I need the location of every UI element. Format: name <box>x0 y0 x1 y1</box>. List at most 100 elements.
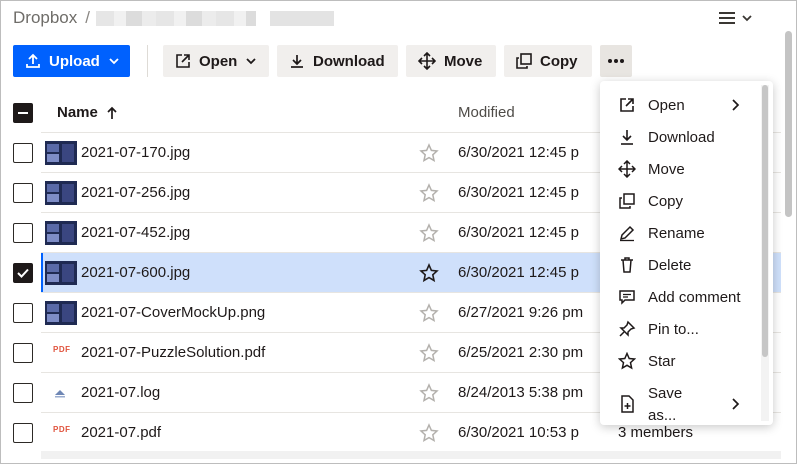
menu-item-move[interactable]: Move <box>600 153 773 185</box>
menu-item-label: Star <box>648 353 676 370</box>
image-thumbnail <box>45 261 77 285</box>
star-icon[interactable] <box>419 183 439 203</box>
menu-item-label: Pin to... <box>648 321 699 338</box>
chevron-down-icon <box>109 58 119 65</box>
upload-label: Upload <box>49 52 100 70</box>
download-icon <box>621 130 633 145</box>
copy-label: Copy <box>540 52 578 70</box>
menu-item-star[interactable]: Star <box>600 345 773 377</box>
log-file-icon <box>55 390 65 398</box>
open-external-icon <box>620 98 634 112</box>
breadcrumb-root[interactable]: Dropbox <box>13 8 77 28</box>
modified-date: 6/30/2021 12:45 p <box>458 264 579 281</box>
open-external-icon <box>176 54 190 68</box>
menu-scrollbar[interactable] <box>761 85 769 421</box>
menu-item-delete[interactable]: Delete <box>600 249 773 281</box>
row-checkbox[interactable] <box>13 383 33 403</box>
move-icon <box>618 160 636 178</box>
file-name[interactable]: 2021-07.pdf <box>81 424 161 441</box>
star-icon[interactable] <box>419 423 439 443</box>
row-checkbox[interactable] <box>13 303 33 323</box>
breadcrumb-separator: / <box>85 8 90 27</box>
chevron-down-icon <box>742 15 752 22</box>
row-checkbox[interactable] <box>13 183 33 203</box>
image-thumbnail <box>45 141 77 165</box>
comment-icon <box>619 290 635 305</box>
image-thumbnail <box>45 221 77 245</box>
open-button[interactable]: Open <box>163 45 269 77</box>
star-icon[interactable] <box>419 343 439 363</box>
image-thumbnail <box>45 301 77 325</box>
upload-button[interactable]: Upload <box>13 45 130 77</box>
star-icon[interactable] <box>419 303 439 323</box>
list-view-icon <box>719 12 735 24</box>
menu-item-save-as[interactable]: Save as... <box>600 377 773 425</box>
file-name[interactable]: 2021-07-170.jpg <box>81 144 190 161</box>
image-thumbnail <box>45 181 77 205</box>
trash-icon <box>621 257 633 273</box>
menu-item-label-line2: as... <box>648 407 677 424</box>
copy-icon <box>516 53 532 69</box>
dropbox-window: Dropbox / Upload Open Download Move Copy <box>0 0 797 464</box>
select-all-checkbox[interactable] <box>13 103 33 123</box>
modified-date: 6/25/2021 2:30 pm <box>458 344 584 361</box>
file-name[interactable]: 2021-07-452.jpg <box>81 224 190 241</box>
star-icon[interactable] <box>419 263 439 283</box>
file-name[interactable]: 2021-07-PuzzleSolution.pdf <box>81 344 265 361</box>
menu-item-label: Move <box>648 161 685 178</box>
pin-icon <box>619 320 636 337</box>
file-name[interactable]: 2021-07.log <box>81 384 160 401</box>
menu-item-add-comment[interactable]: Add comment <box>600 281 773 313</box>
file-name[interactable]: 2021-07-600.jpg <box>81 264 190 281</box>
modified-column-header[interactable]: Modified <box>458 104 515 121</box>
name-column-header[interactable]: Name <box>57 104 118 121</box>
star-icon[interactable] <box>419 383 439 403</box>
menu-item-download[interactable]: Download <box>600 121 773 153</box>
menu-item-label: Add comment <box>648 289 741 306</box>
menu-item-label: Copy <box>648 193 684 210</box>
row-checkbox[interactable] <box>13 223 33 243</box>
move-button[interactable]: Move <box>406 45 496 77</box>
menu-item-label: Save <box>648 385 683 402</box>
sort-ascending-icon <box>107 106 117 119</box>
menu-scrollbar-thumb[interactable] <box>762 85 768 357</box>
star-icon[interactable] <box>419 223 439 243</box>
upload-icon <box>26 53 40 68</box>
menu-item-label: Download <box>648 129 715 146</box>
chevron-right-icon <box>732 398 740 410</box>
breadcrumb: Dropbox / <box>13 7 334 29</box>
pdf-file-icon: PDF <box>53 425 71 434</box>
download-button[interactable]: Download <box>277 45 398 77</box>
more-actions-menu: Open Download Move Copy Rename Delete Ad… <box>600 81 773 425</box>
file-name[interactable]: 2021-07-256.jpg <box>81 184 190 201</box>
menu-item-label: Rename <box>648 225 705 242</box>
copy-icon <box>619 193 635 209</box>
star-icon <box>618 352 636 370</box>
row-checkbox[interactable] <box>13 343 33 363</box>
vertical-scrollbar[interactable] <box>784 27 794 451</box>
name-header-label: Name <box>57 104 98 121</box>
more-actions-button[interactable] <box>600 45 632 77</box>
row-checkbox[interactable] <box>13 423 33 443</box>
members-count: 3 members <box>618 424 694 441</box>
download-label: Download <box>313 52 385 70</box>
view-options-button[interactable] <box>719 7 759 29</box>
menu-item-pin-to[interactable]: Pin to... <box>600 313 773 345</box>
move-label: Move <box>444 52 483 70</box>
file-name[interactable]: 2021-07-CoverMockUp.png <box>81 304 265 321</box>
row-checkbox-checked[interactable] <box>13 263 33 283</box>
copy-button[interactable]: Copy <box>504 45 592 77</box>
star-icon[interactable] <box>419 143 439 163</box>
checkmark-icon <box>17 268 29 278</box>
menu-item-copy[interactable]: Copy <box>600 185 773 217</box>
row-checkbox[interactable] <box>13 143 33 163</box>
modified-date: 6/30/2021 10:53 p <box>458 424 579 441</box>
scrollbar-thumb[interactable] <box>785 31 792 217</box>
redacted-path-segment <box>270 10 334 26</box>
redacted-path-segment <box>96 10 256 26</box>
chevron-right-icon <box>732 99 740 111</box>
menu-item-open[interactable]: Open <box>600 89 773 121</box>
menu-item-rename[interactable]: Rename <box>600 217 773 249</box>
horizontal-scrollbar[interactable] <box>41 451 781 459</box>
modified-date: 6/30/2021 12:45 p <box>458 144 579 161</box>
